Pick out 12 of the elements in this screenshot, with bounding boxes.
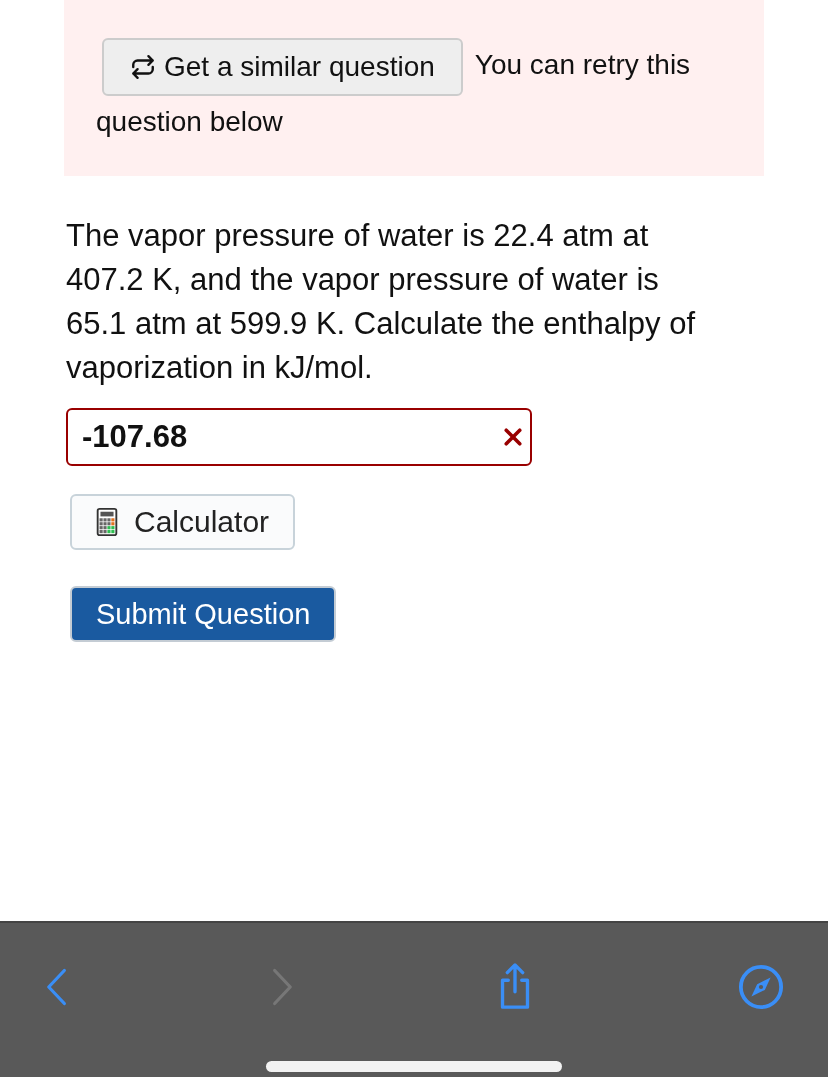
calculator-icon [96,508,118,536]
incorrect-icon [504,428,522,446]
similar-question-button[interactable]: Get a similar question [102,38,463,96]
compass-icon[interactable] [737,964,784,1010]
answer-field[interactable]: -107.68 [66,408,532,466]
back-icon[interactable] [46,968,68,1006]
calculator-button[interactable]: Calculator [70,494,296,550]
question-text: The vapor pressure of water is 22.4 atm at 407.2 K, and the vapor pressure of water is 65.1 atm at 599.9 K. Calculate the enthalpy of vaporization in kJ/mol. [66,217,697,387]
repeat-icon [130,54,156,80]
submit-question-button[interactable]: Submit Question [70,586,337,642]
retry-message: You can retry this [474,49,691,81]
retry-message: question below [96,106,283,137]
